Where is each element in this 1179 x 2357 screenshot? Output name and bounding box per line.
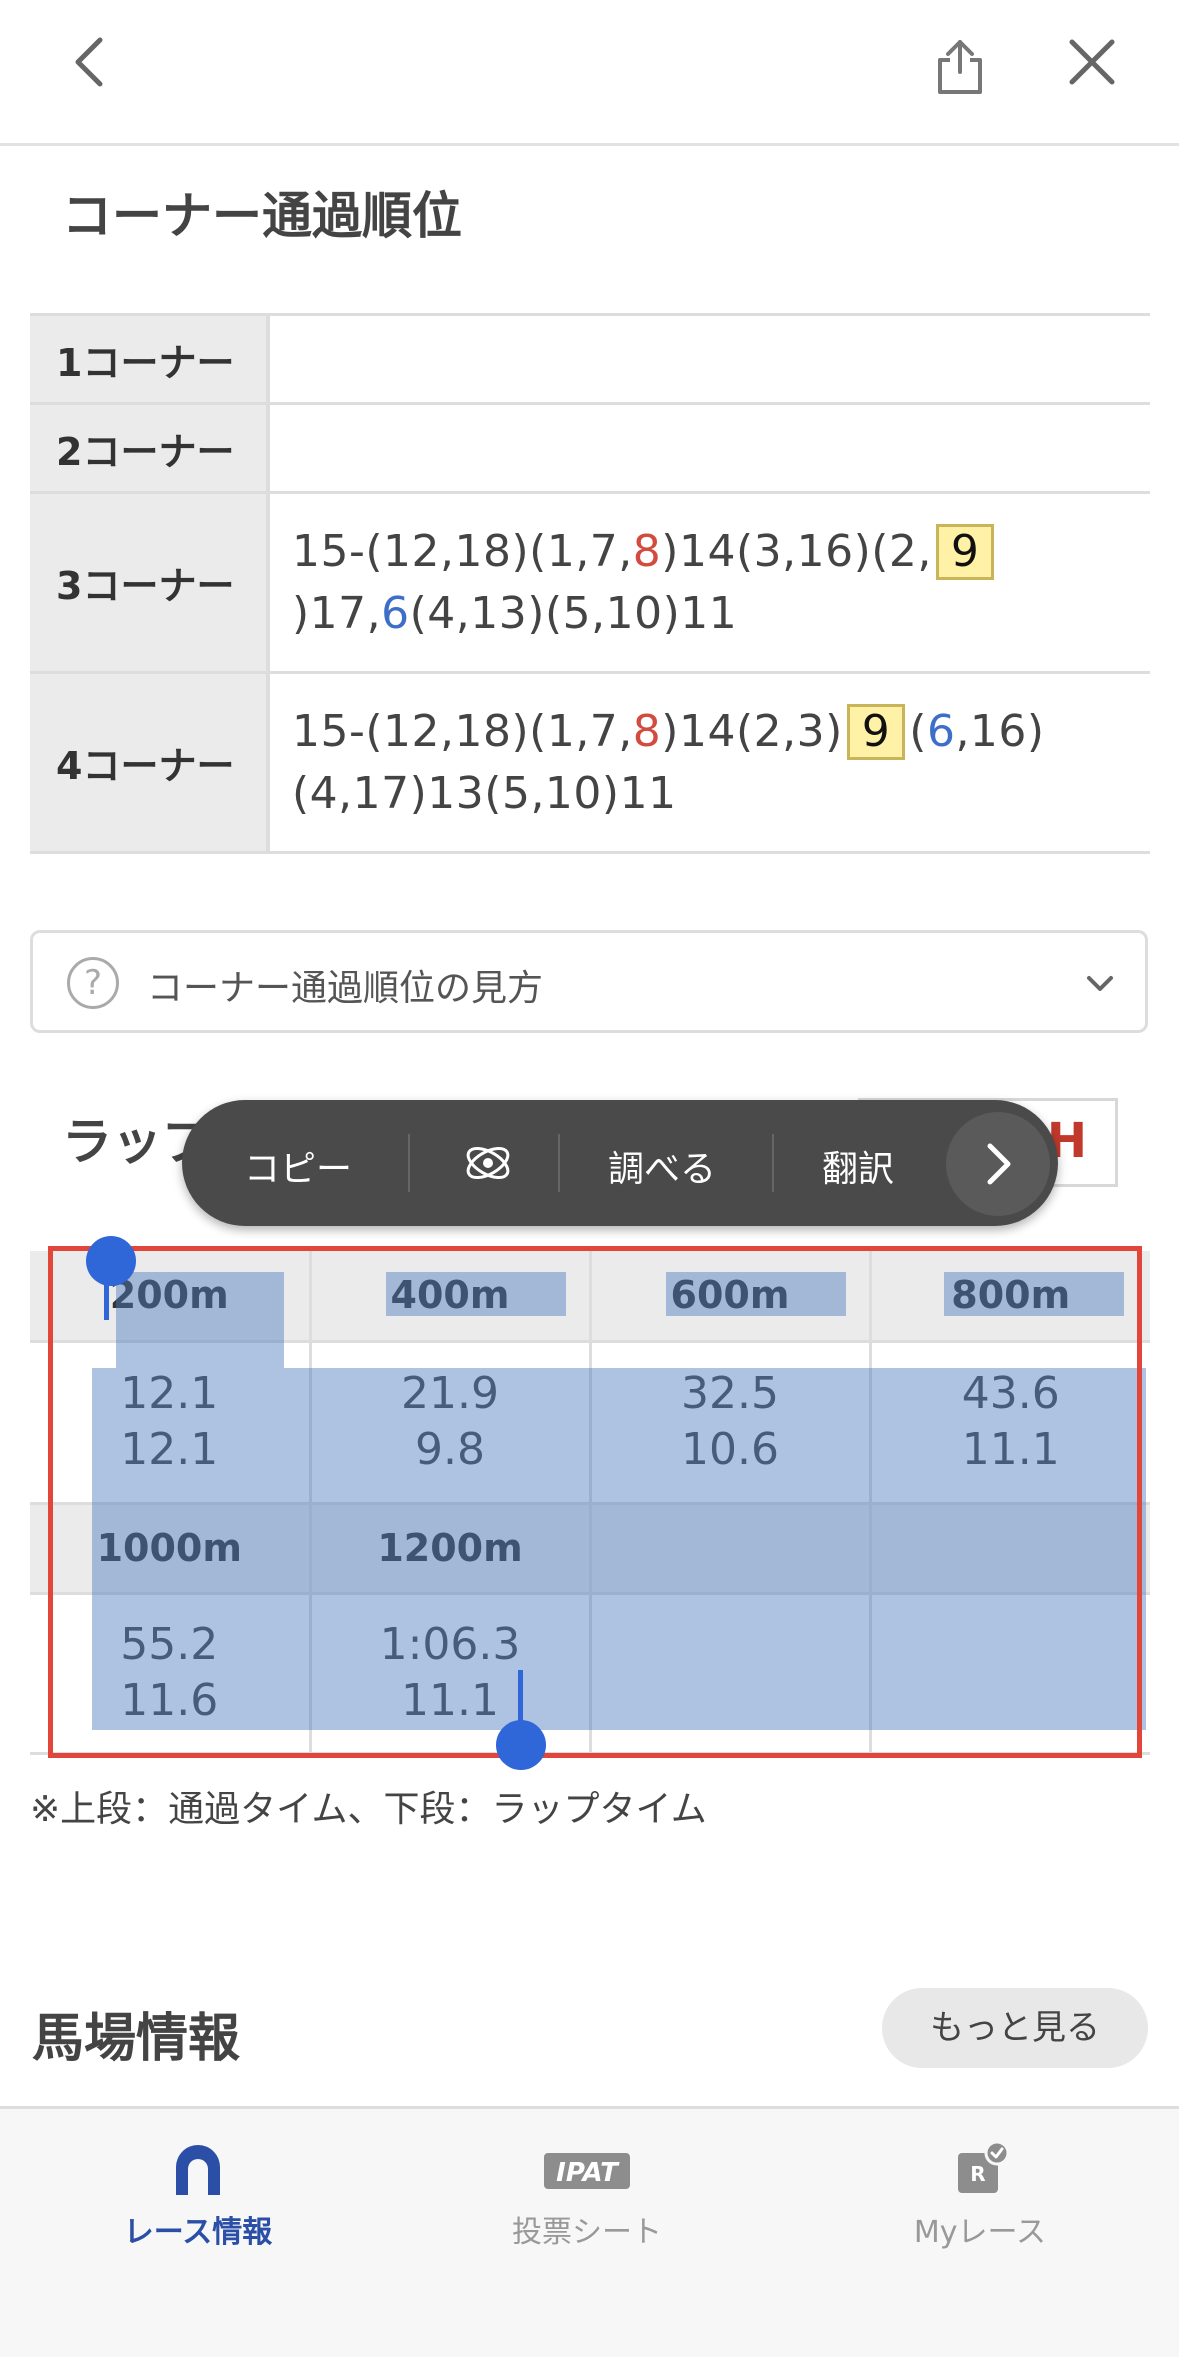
share-icon[interactable] <box>930 32 990 98</box>
tab-betting-sheet-label: 投票シート <box>512 2215 662 2250</box>
selection-start-handle[interactable] <box>86 1236 136 1286</box>
howto-label: コーナー通過順位の見方 <box>147 968 544 1009</box>
copy-menu-item[interactable]: コピー <box>244 1140 352 1192</box>
svg-text:IPAT: IPAT <box>556 2158 620 2188</box>
chevron-down-icon <box>1087 976 1113 991</box>
corner-order-text: 15-(12,18)(1,7, <box>292 525 633 577</box>
corner-row-label: 4コーナー <box>30 671 270 854</box>
tab-race-info[interactable]: レース情報 <box>48 2139 348 2251</box>
corner-row-label: 2コーナー <box>30 402 270 494</box>
tab-race-info-label: レース情報 <box>123 2215 273 2250</box>
corner-row-value <box>268 402 1150 494</box>
corner-row-value <box>268 313 1150 405</box>
corner-order-text: ( <box>909 705 927 757</box>
svg-text:R: R <box>970 2162 985 2186</box>
horse-number-box: 9 <box>846 703 906 760</box>
tab-my-race-label: Myレース <box>913 2215 1047 2250</box>
tab-my-race[interactable]: R Myレース <box>830 2139 1130 2251</box>
corner-row: 2コーナー <box>30 402 1150 494</box>
selection-end-handle[interactable] <box>496 1720 546 1770</box>
menu-next-button[interactable] <box>946 1112 1050 1216</box>
corner-row-value: 15-(12,18)(1,7,8)14(3,16)(2, 9 )17,6(4,13)… <box>268 491 1150 674</box>
back-chevron-icon[interactable] <box>62 32 122 92</box>
horse-number-blue: 6 <box>926 705 956 757</box>
horse-number-box: 9 <box>935 523 995 580</box>
horse-number-red: 8 <box>632 525 662 577</box>
translate-menu-item[interactable]: 翻訳 <box>822 1140 894 1192</box>
lookup-menu-item[interactable]: 調べる <box>608 1140 716 1192</box>
corner-order-text: )14(3,16)(2, <box>661 525 932 577</box>
selection-end-bar <box>518 1670 523 1722</box>
text-context-menu: コピー 調べる 翻訳 <box>182 1100 1058 1226</box>
corner-row: 3コーナー 15-(12,18)(1,7,8)14(3,16)(2, 9 )17,6(… <box>30 491 1150 674</box>
menu-divider <box>558 1134 560 1192</box>
corner-order-text: (4,13)(5,10)11 <box>409 587 738 639</box>
corner-row: 1コーナー <box>30 313 1150 405</box>
top-nav-bar <box>0 0 1179 146</box>
corner-row: 4コーナー 15-(12,18)(1,7,8)14(2,3) 9 (6,16)(4,1… <box>30 671 1150 854</box>
track-section-title: 馬場情報 <box>32 2009 241 2069</box>
question-icon: ? <box>67 957 119 1009</box>
menu-divider <box>772 1134 774 1192</box>
corner-row-label: 3コーナー <box>30 491 270 674</box>
horse-number-red: 8 <box>632 705 662 757</box>
selection-start-bar <box>104 1280 109 1320</box>
tab-betting-sheet[interactable]: IPAT 投票シート <box>437 2139 737 2251</box>
corner-section-title: コーナー通過順位 <box>62 187 462 245</box>
my-race-icon: R <box>958 2140 1010 2193</box>
selection-frame <box>48 1246 1142 1758</box>
see-more-button[interactable]: もっと見る <box>882 1988 1148 2068</box>
lap-table-note: ※上段：通過タイム、下段：ラップタイム <box>30 1789 707 1830</box>
corner-row-value: 15-(12,18)(1,7,8)14(2,3) 9 (6,16)(4,17)13(… <box>268 671 1150 854</box>
corner-row-label: 1コーナー <box>30 313 270 405</box>
corner-order-text: )14(2,3) <box>661 705 843 757</box>
menu-divider <box>408 1134 410 1192</box>
writing-tools-icon[interactable] <box>458 1133 518 1193</box>
corner-order-text: 15-(12,18)(1,7, <box>292 705 633 757</box>
corner-order-table: 1コーナー 2コーナー 3コーナー 15-(12,18)(1,7,8)14(3,16)… <box>30 313 1150 854</box>
corner-howto-accordion[interactable]: ? コーナー通過順位の見方 <box>30 930 1148 1033</box>
horse-number-blue: 6 <box>381 587 410 639</box>
chevron-right-icon <box>987 1143 1011 1185</box>
horseshoe-icon <box>176 2145 220 2195</box>
corner-order-text: )17, <box>292 587 382 639</box>
ipat-icon: IPAT <box>544 2153 630 2189</box>
bottom-tab-bar: レース情報 IPAT 投票シート R Myレース <box>0 2106 1179 2357</box>
close-icon[interactable] <box>1062 32 1122 92</box>
